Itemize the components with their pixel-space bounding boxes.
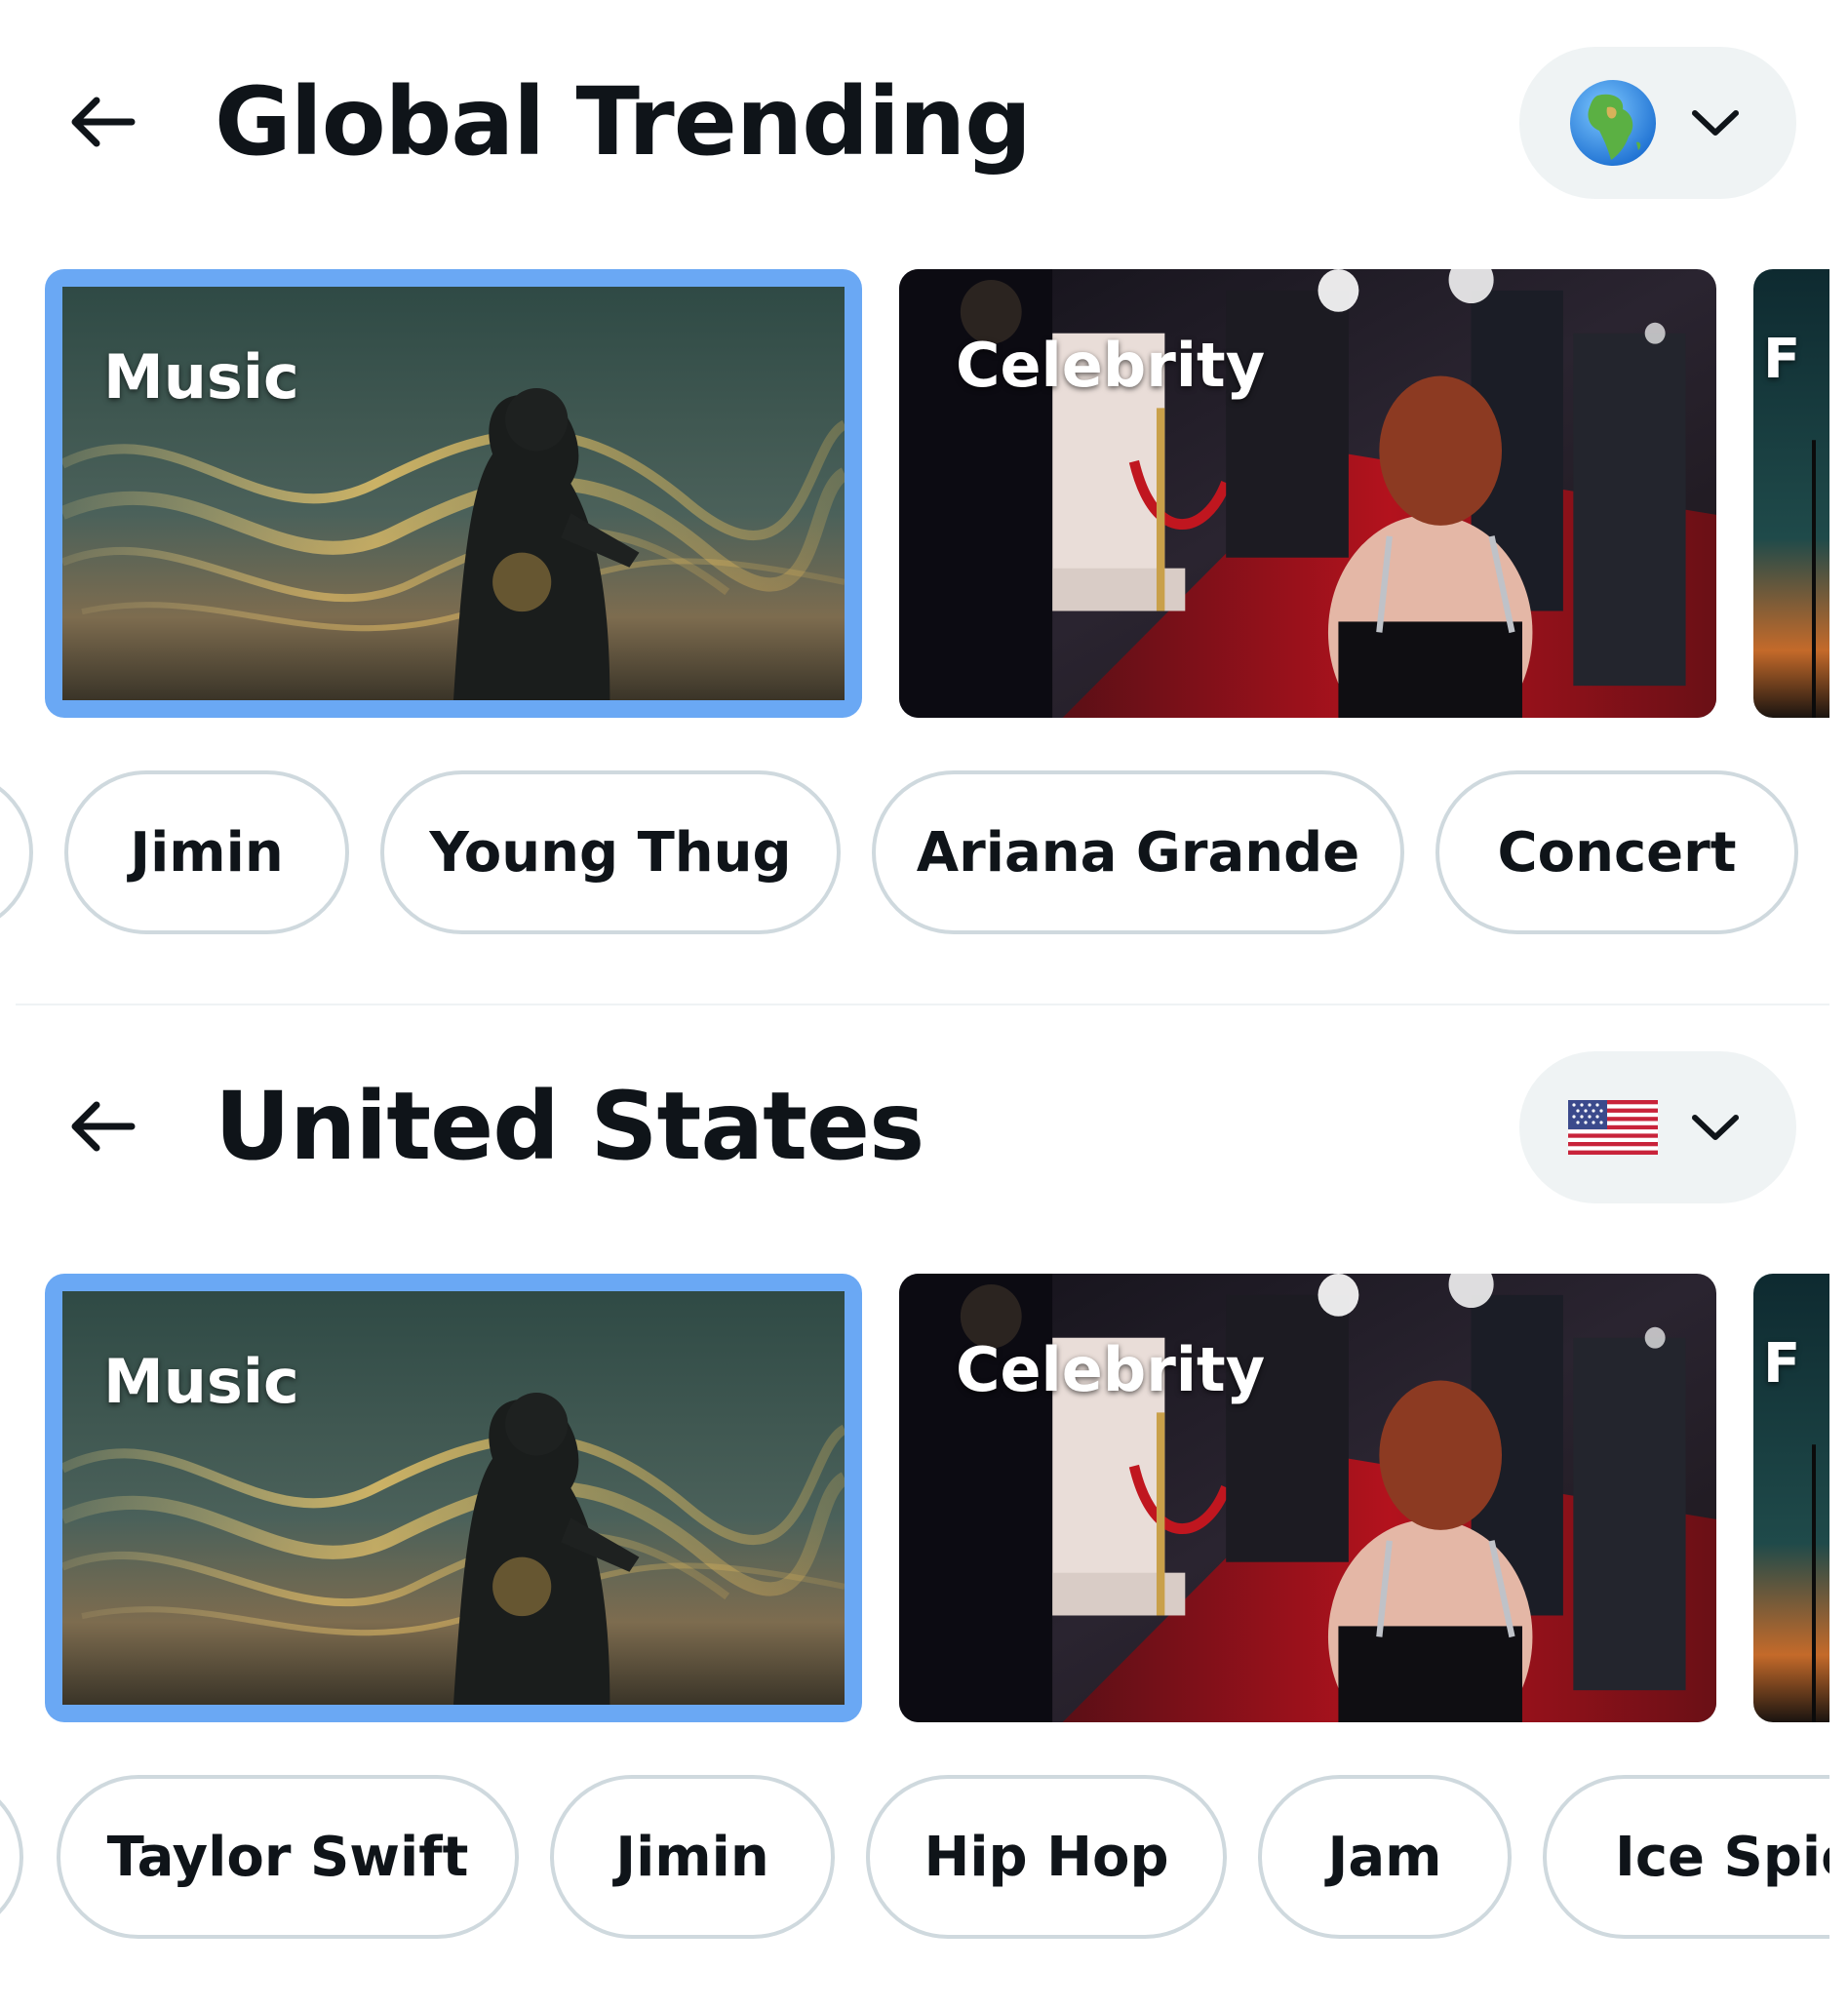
trend-chip[interactable]: Ariana Grande bbox=[872, 770, 1404, 934]
trend-chip-partial[interactable] bbox=[0, 770, 33, 934]
topic-card-celebrity[interactable]: Celebrity bbox=[899, 1274, 1716, 1722]
card-label: Celebrity bbox=[956, 1334, 1266, 1405]
topic-card-celebrity[interactable]: Celebrity bbox=[899, 269, 1716, 718]
card-label: Music bbox=[103, 1346, 299, 1417]
section-title: United States bbox=[215, 1072, 924, 1181]
trend-chip-partial[interactable] bbox=[0, 1775, 23, 1939]
trend-chips-row: Jimin Young Thug Ariana Grande Concert bbox=[0, 770, 1829, 941]
trend-chip[interactable]: Hip Hop bbox=[866, 1775, 1227, 1939]
topic-card-music[interactable]: Music bbox=[45, 269, 862, 718]
trend-chip[interactable]: Ice Spic bbox=[1543, 1775, 1829, 1939]
card-label: Celebrity bbox=[956, 330, 1266, 401]
trend-chip[interactable]: Concert bbox=[1435, 770, 1798, 934]
region-selector-button[interactable] bbox=[1519, 47, 1796, 199]
united-states-section: United States Music Celebrity F Taylor S… bbox=[0, 1004, 1848, 2009]
trend-chip[interactable]: Jimin bbox=[64, 770, 349, 934]
back-button[interactable] bbox=[54, 88, 151, 156]
card-label: F bbox=[1763, 328, 1801, 391]
trend-chip[interactable]: Jimin bbox=[550, 1775, 835, 1939]
topic-card-partial[interactable]: F bbox=[1753, 1274, 1829, 1722]
global-trending-section: Global Trending Music Celebrity F Jimin … bbox=[0, 0, 1848, 1004]
trend-chip[interactable]: Jam bbox=[1258, 1775, 1512, 1939]
globe-africa-icon bbox=[1570, 80, 1656, 166]
topic-cards-row: Music Celebrity F bbox=[45, 269, 1829, 718]
topic-cards-row: Music Celebrity F bbox=[45, 1274, 1829, 1722]
chevron-down-icon bbox=[1692, 1115, 1739, 1140]
us-flag-icon bbox=[1568, 1100, 1658, 1155]
trend-chip[interactable]: Young Thug bbox=[380, 770, 841, 934]
trend-chip[interactable]: Taylor Swift bbox=[57, 1775, 519, 1939]
back-button[interactable] bbox=[54, 1092, 151, 1161]
arrow-left-icon bbox=[71, 1101, 136, 1152]
topic-card-partial[interactable]: F bbox=[1753, 269, 1829, 718]
card-label: F bbox=[1763, 1332, 1801, 1396]
region-selector-button[interactable] bbox=[1519, 1051, 1796, 1203]
chevron-down-icon bbox=[1692, 110, 1739, 136]
section-title: Global Trending bbox=[215, 67, 1032, 177]
trend-chips-row: Taylor Swift Jimin Hip Hop Jam Ice Spic bbox=[0, 1775, 1829, 1946]
topic-card-music[interactable]: Music bbox=[45, 1274, 862, 1722]
arrow-left-icon bbox=[71, 97, 136, 147]
card-label: Music bbox=[103, 341, 299, 413]
